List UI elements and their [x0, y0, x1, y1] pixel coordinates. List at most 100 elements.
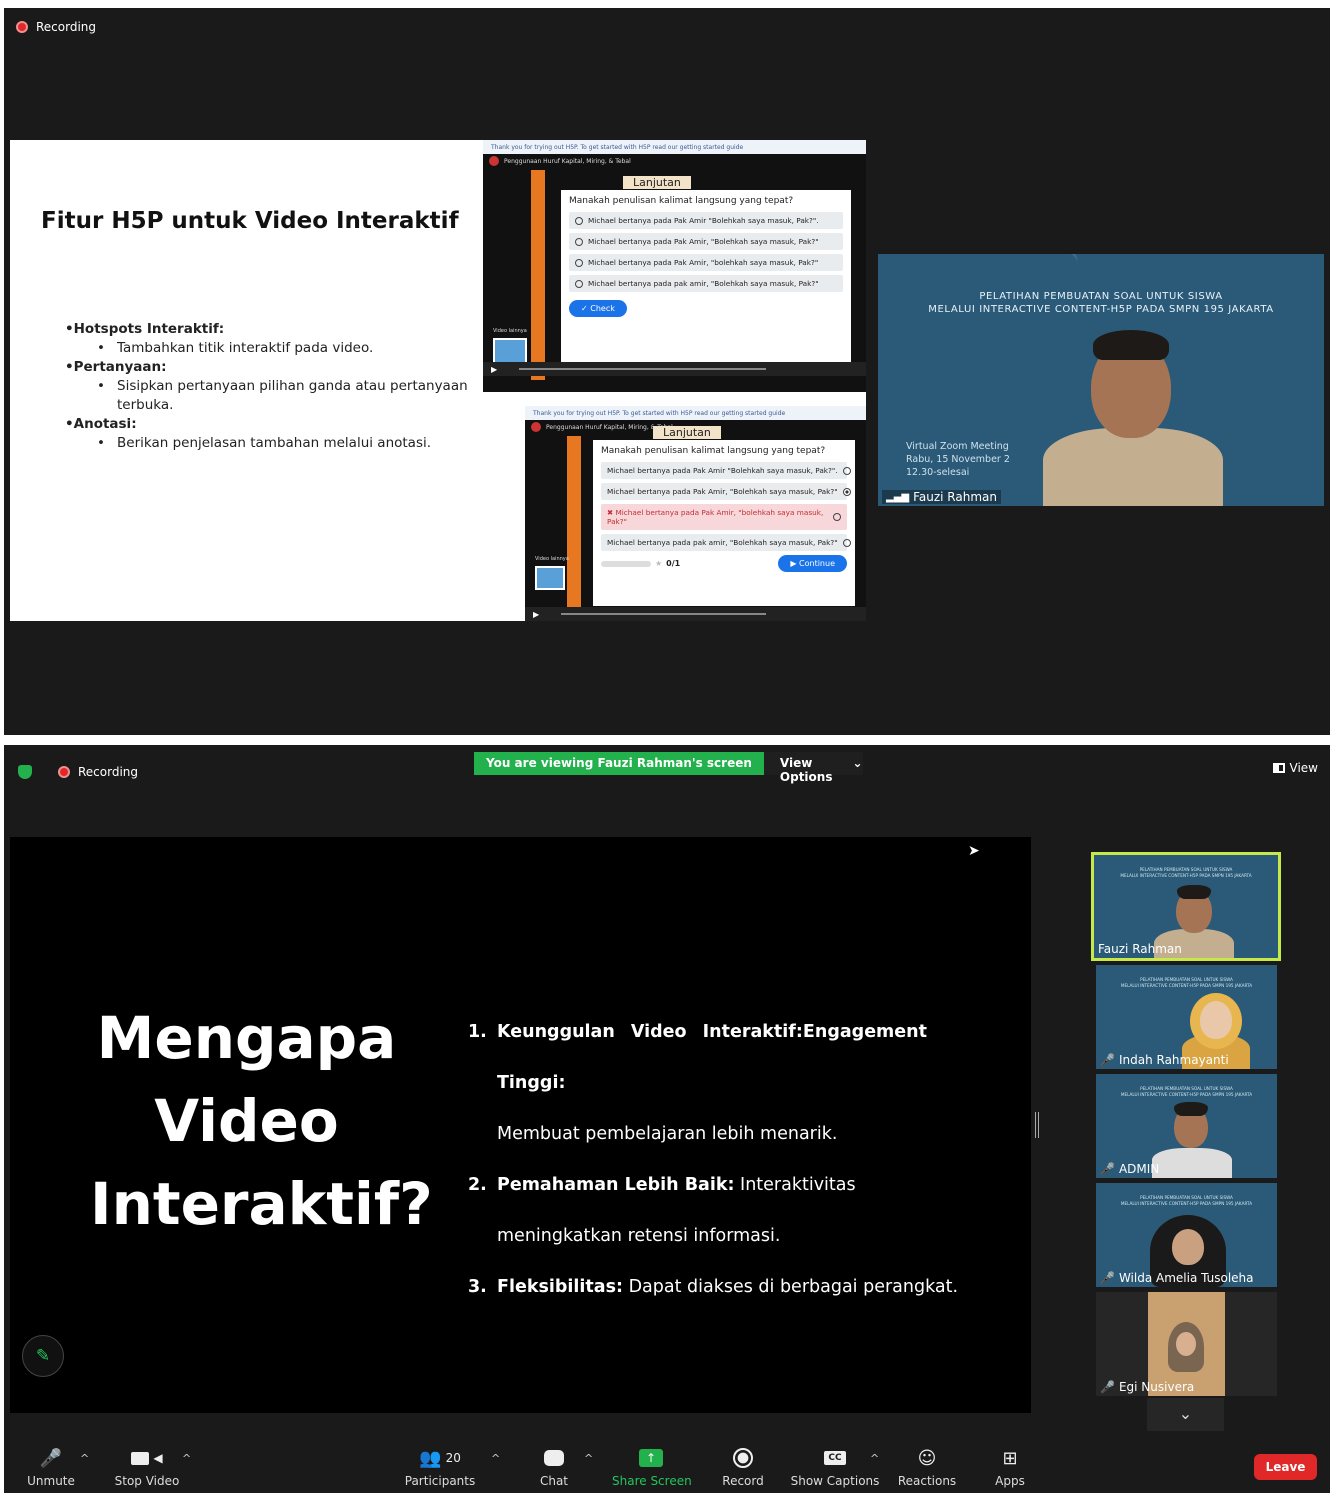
participant-name-tag: 🎤 ADMIN [1100, 1162, 1160, 1176]
list-item: 3. Fleksibilitas: Dapat diakses di berba… [468, 1277, 959, 1297]
h5p-screenshot-feedback: Thank you for trying out H5P. To get sta… [525, 406, 866, 621]
meeting-background-title: PELATIHAN PEMBUATAN SOAL UNTUK SISWA MEL… [928, 291, 1274, 315]
answer-option[interactable]: Michael bertanya pada pak amir, "Bolehka… [569, 275, 843, 292]
h5p-brand-text: Penggunaan Huruf Kapital, Miring, & Teba… [504, 157, 631, 165]
h5p-question-box: Manakah penulisan kalimat langsung yang … [593, 440, 855, 606]
audio-options-caret[interactable]: ^ [80, 1452, 89, 1465]
answer-option[interactable]: Michael bertanya pada Pak Amir, "bolehka… [569, 254, 843, 271]
list-item: 1. Keunggulan Video Interaktif:Engagemen… [468, 1022, 927, 1144]
stop-video-label: Stop Video [114, 1474, 180, 1488]
record-label: Record [722, 1474, 764, 1488]
share-screen-label: Share Screen [612, 1474, 692, 1488]
view-options-button[interactable]: View Options ⌄ [763, 752, 863, 784]
h5p-logo-icon [489, 156, 499, 166]
chat-button[interactable]: Chat [534, 1446, 574, 1488]
chat-label: Chat [539, 1474, 569, 1488]
slide-numbered-list: 1. Keunggulan Video Interaktif:Engagemen… [468, 1007, 968, 1313]
top-meeting-window: Recording Fitur H5P untuk Video Interakt… [4, 8, 1330, 735]
progress-bar[interactable] [519, 368, 766, 370]
participant-tile[interactable]: PELATIHAN PEMBUATAN SOAL UNTUK SISWA MELA… [1096, 965, 1277, 1069]
encryption-shield-icon[interactable] [18, 765, 32, 779]
progress-bar[interactable] [561, 613, 766, 615]
answer-option[interactable]: Michael bertanya pada pak amir, "Bolehka… [601, 534, 851, 551]
record-icon [733, 1448, 753, 1468]
participant-tile[interactable]: PELATIHAN PEMBUATAN SOAL UNTUK SISWA MELA… [1096, 1183, 1277, 1287]
meeting-toolbar: 🎤 Unmute ^ ◀ Stop Video ^ 👥 20 Participan… [4, 1442, 1330, 1493]
play-icon[interactable]: ▶ [533, 610, 539, 619]
play-icon[interactable]: ▶ [491, 365, 497, 374]
answer-option[interactable]: Michael bertanya pada Pak Amir, "Bolehka… [569, 233, 843, 250]
panel-resize-handle[interactable] [1035, 1112, 1039, 1138]
video-controls[interactable]: ▶ [525, 607, 866, 621]
video-frame-stripe [567, 436, 581, 611]
answer-option-wrong[interactable]: ✖ Michael bertanya pada Pak Amir, "boleh… [601, 504, 847, 530]
meeting-background-info: Virtual Zoom Meeting Rabu, 15 November 2… [906, 441, 1010, 478]
apps-button[interactable]: ⊞ Apps [992, 1446, 1028, 1489]
h5p-logo-icon [531, 422, 541, 432]
score-bar [601, 560, 651, 567]
stop-video-button[interactable]: ◀ Stop Video [112, 1446, 182, 1488]
mic-muted-icon: 🎤 [1100, 1380, 1115, 1394]
speaker-video [1043, 328, 1223, 506]
chat-bubble-icon [544, 1450, 564, 1466]
participant-tile-active[interactable]: PELATIHAN PEMBUATAN SOAL UNTUK SISWA MELA… [1091, 852, 1281, 961]
video-sidebar-label: Video lainnya [535, 556, 569, 562]
bullet-text: Sisipkan pertanyaan pilihan ganda atau p… [65, 377, 485, 415]
screen-share-banner: You are viewing Fauzi Rahman's screen Vi… [474, 752, 863, 784]
participant-tile[interactable]: PELATIHAN PEMBUATAN SOAL UNTUK SISWA MELA… [1096, 1074, 1277, 1178]
apps-grid-icon: ⊞ [1002, 1447, 1018, 1469]
reactions-button[interactable]: ☺ Reactions [897, 1446, 957, 1489]
share-screen-button[interactable]: ↑ Share Screen [612, 1446, 692, 1488]
recording-label: Recording [78, 765, 139, 779]
radio-icon [842, 538, 851, 547]
pencil-icon: ✎ [35, 1346, 51, 1366]
chevron-down-icon: ⌄ [852, 756, 863, 770]
participant-tile[interactable]: 🎤 Egi Nusivera [1096, 1292, 1277, 1396]
slide-title: Mengapa Video Interaktif? [90, 1004, 433, 1238]
recording-indicator[interactable]: Recording [16, 20, 96, 34]
annotate-pencil-button[interactable]: ✎ [22, 1335, 64, 1377]
video-options-caret[interactable]: ^ [182, 1452, 191, 1465]
video-controls[interactable]: ▶ [483, 362, 866, 376]
thumb-background-title: PELATIHAN PEMBUATAN SOAL UNTUK SISWA MELA… [1120, 1086, 1253, 1097]
speaker-video-tile[interactable]: PELATIHAN PEMBUATAN SOAL UNTUK SISWA MEL… [878, 254, 1324, 506]
chat-options-caret[interactable]: ^ [584, 1452, 593, 1465]
thumb-background-title: PELATIHAN PEMBUATAN SOAL UNTUK SISWA MELA… [1120, 867, 1252, 878]
radio-icon [575, 279, 583, 288]
question-text: Manakah penulisan kalimat langsung yang … [569, 196, 794, 206]
view-button[interactable]: View [1272, 761, 1318, 775]
captions-options-caret[interactable]: ^ [870, 1452, 879, 1465]
unmute-button[interactable]: 🎤 Unmute [26, 1446, 76, 1489]
star-icon: ★ [655, 559, 663, 568]
participants-options-caret[interactable]: ^ [491, 1452, 500, 1465]
apps-label: Apps [995, 1474, 1025, 1488]
participants-count: 20 [445, 1451, 461, 1465]
record-button[interactable]: Record [718, 1446, 768, 1488]
answer-option[interactable]: Michael bertanya pada Pak Amir "Bolehkah… [569, 212, 843, 229]
participant-name-tag: 🎤 Wilda Amelia Tusoleha [1100, 1271, 1254, 1285]
video-camera-icon [131, 1451, 150, 1465]
h5p-question-box: Manakah penulisan kalimat langsung yang … [561, 190, 851, 372]
bullet-heading: •Hotspots Interaktif: [65, 321, 225, 337]
scroll-down-button[interactable]: ⌄ [1147, 1398, 1224, 1431]
closed-captions-icon: CC [824, 1451, 846, 1465]
mic-muted-icon: 🎤 [1100, 1162, 1115, 1176]
participants-button[interactable]: 👥 20 Participants [404, 1446, 476, 1489]
leave-button[interactable]: Leave [1254, 1454, 1317, 1480]
answer-option[interactable]: Michael bertanya pada Pak Amir "Bolehkah… [601, 462, 851, 479]
thumb-background-title: PELATIHAN PEMBUATAN SOAL UNTUK SISWA MELA… [1120, 1195, 1253, 1206]
participants-icon: 👥 [419, 1447, 442, 1469]
bullet-heading: •Anotasi: [65, 416, 137, 432]
show-captions-button[interactable]: CC Show Captions [790, 1446, 880, 1488]
radio-icon [833, 513, 841, 521]
recording-indicator[interactable]: Recording [18, 765, 138, 779]
chevron-down-icon: ⌄ [1178, 1404, 1193, 1423]
h5p-notice: Thank you for trying out H5P. To get sta… [483, 140, 866, 154]
video-thumbnail[interactable] [535, 566, 565, 590]
participant-name-tag: 🎤 Indah Rahmayanti [1100, 1053, 1229, 1067]
continue-button[interactable]: ▶ Continue [778, 555, 847, 572]
bottom-meeting-window: Recording You are viewing Fauzi Rahman's… [4, 745, 1330, 1493]
check-button[interactable]: ✓ Check [569, 300, 627, 317]
answer-option-correct[interactable]: Michael bertanya pada Pak Amir, "Bolehka… [601, 483, 851, 500]
smiley-plus-icon: ☺ [917, 1447, 937, 1469]
